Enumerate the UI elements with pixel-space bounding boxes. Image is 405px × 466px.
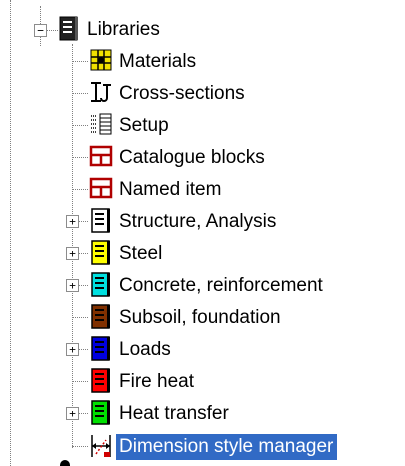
named-item-icon xyxy=(88,175,114,201)
tree-guide-line xyxy=(72,157,88,158)
book-blue-icon xyxy=(88,335,114,361)
tree-guide-line xyxy=(72,61,88,62)
library-tree: − Libraries Materials Cross-sections Set… xyxy=(0,0,405,466)
book-cyan-icon xyxy=(88,271,114,297)
tree-guide-line xyxy=(10,0,11,466)
book-white-icon xyxy=(88,207,114,233)
tree-guide-line xyxy=(72,189,88,190)
tree-item-concrete-reinforcement[interactable]: Concrete, reinforcement xyxy=(116,273,327,299)
tree-guide-line xyxy=(72,317,88,318)
book-brown-icon xyxy=(88,303,114,329)
book-red-icon xyxy=(88,367,114,393)
expand-toggle[interactable]: + xyxy=(66,215,79,228)
materials-icon xyxy=(88,47,114,73)
collapse-toggle[interactable]: − xyxy=(34,24,47,37)
tree-item-setup[interactable]: Setup xyxy=(116,113,173,139)
cross-section-icon xyxy=(88,79,114,105)
book-yellow-icon xyxy=(88,239,114,265)
setup-list-icon xyxy=(88,111,114,137)
dimension-style-icon xyxy=(88,432,114,458)
tree-item-loads[interactable]: Loads xyxy=(116,337,175,363)
tree-guide-line xyxy=(72,125,88,126)
tree-item-libraries[interactable]: Libraries xyxy=(84,17,164,43)
book-green-icon xyxy=(88,399,114,425)
tree-item-dimension-style-manager[interactable]: Dimension style manager xyxy=(116,434,338,460)
expand-toggle[interactable]: + xyxy=(66,343,79,356)
expand-toggle[interactable]: + xyxy=(66,407,79,420)
tree-item-steel[interactable]: Steel xyxy=(116,241,166,267)
tree-item-materials[interactable]: Materials xyxy=(116,49,200,75)
tree-item-cross-sections[interactable]: Cross-sections xyxy=(116,81,249,107)
tree-guide-line xyxy=(72,44,73,448)
tree-item-catalogue-blocks[interactable]: Catalogue blocks xyxy=(116,145,269,171)
book-black-icon xyxy=(56,15,82,41)
cut-off-icon xyxy=(60,460,70,466)
tree-item-subsoil-foundation[interactable]: Subsoil, foundation xyxy=(116,305,285,331)
tree-guide-line xyxy=(72,93,88,94)
tree-item-heat-transfer[interactable]: Heat transfer xyxy=(116,401,233,427)
expand-toggle[interactable]: + xyxy=(66,279,79,292)
catalogue-block-icon xyxy=(88,143,114,169)
expand-toggle[interactable]: + xyxy=(66,247,79,260)
tree-item-fire-heat[interactable]: Fire heat xyxy=(116,369,198,395)
tree-item-named-item[interactable]: Named item xyxy=(116,177,225,203)
tree-guide-line xyxy=(72,446,88,447)
tree-guide-line xyxy=(72,381,88,382)
tree-item-structure-analysis[interactable]: Structure, Analysis xyxy=(116,209,280,235)
